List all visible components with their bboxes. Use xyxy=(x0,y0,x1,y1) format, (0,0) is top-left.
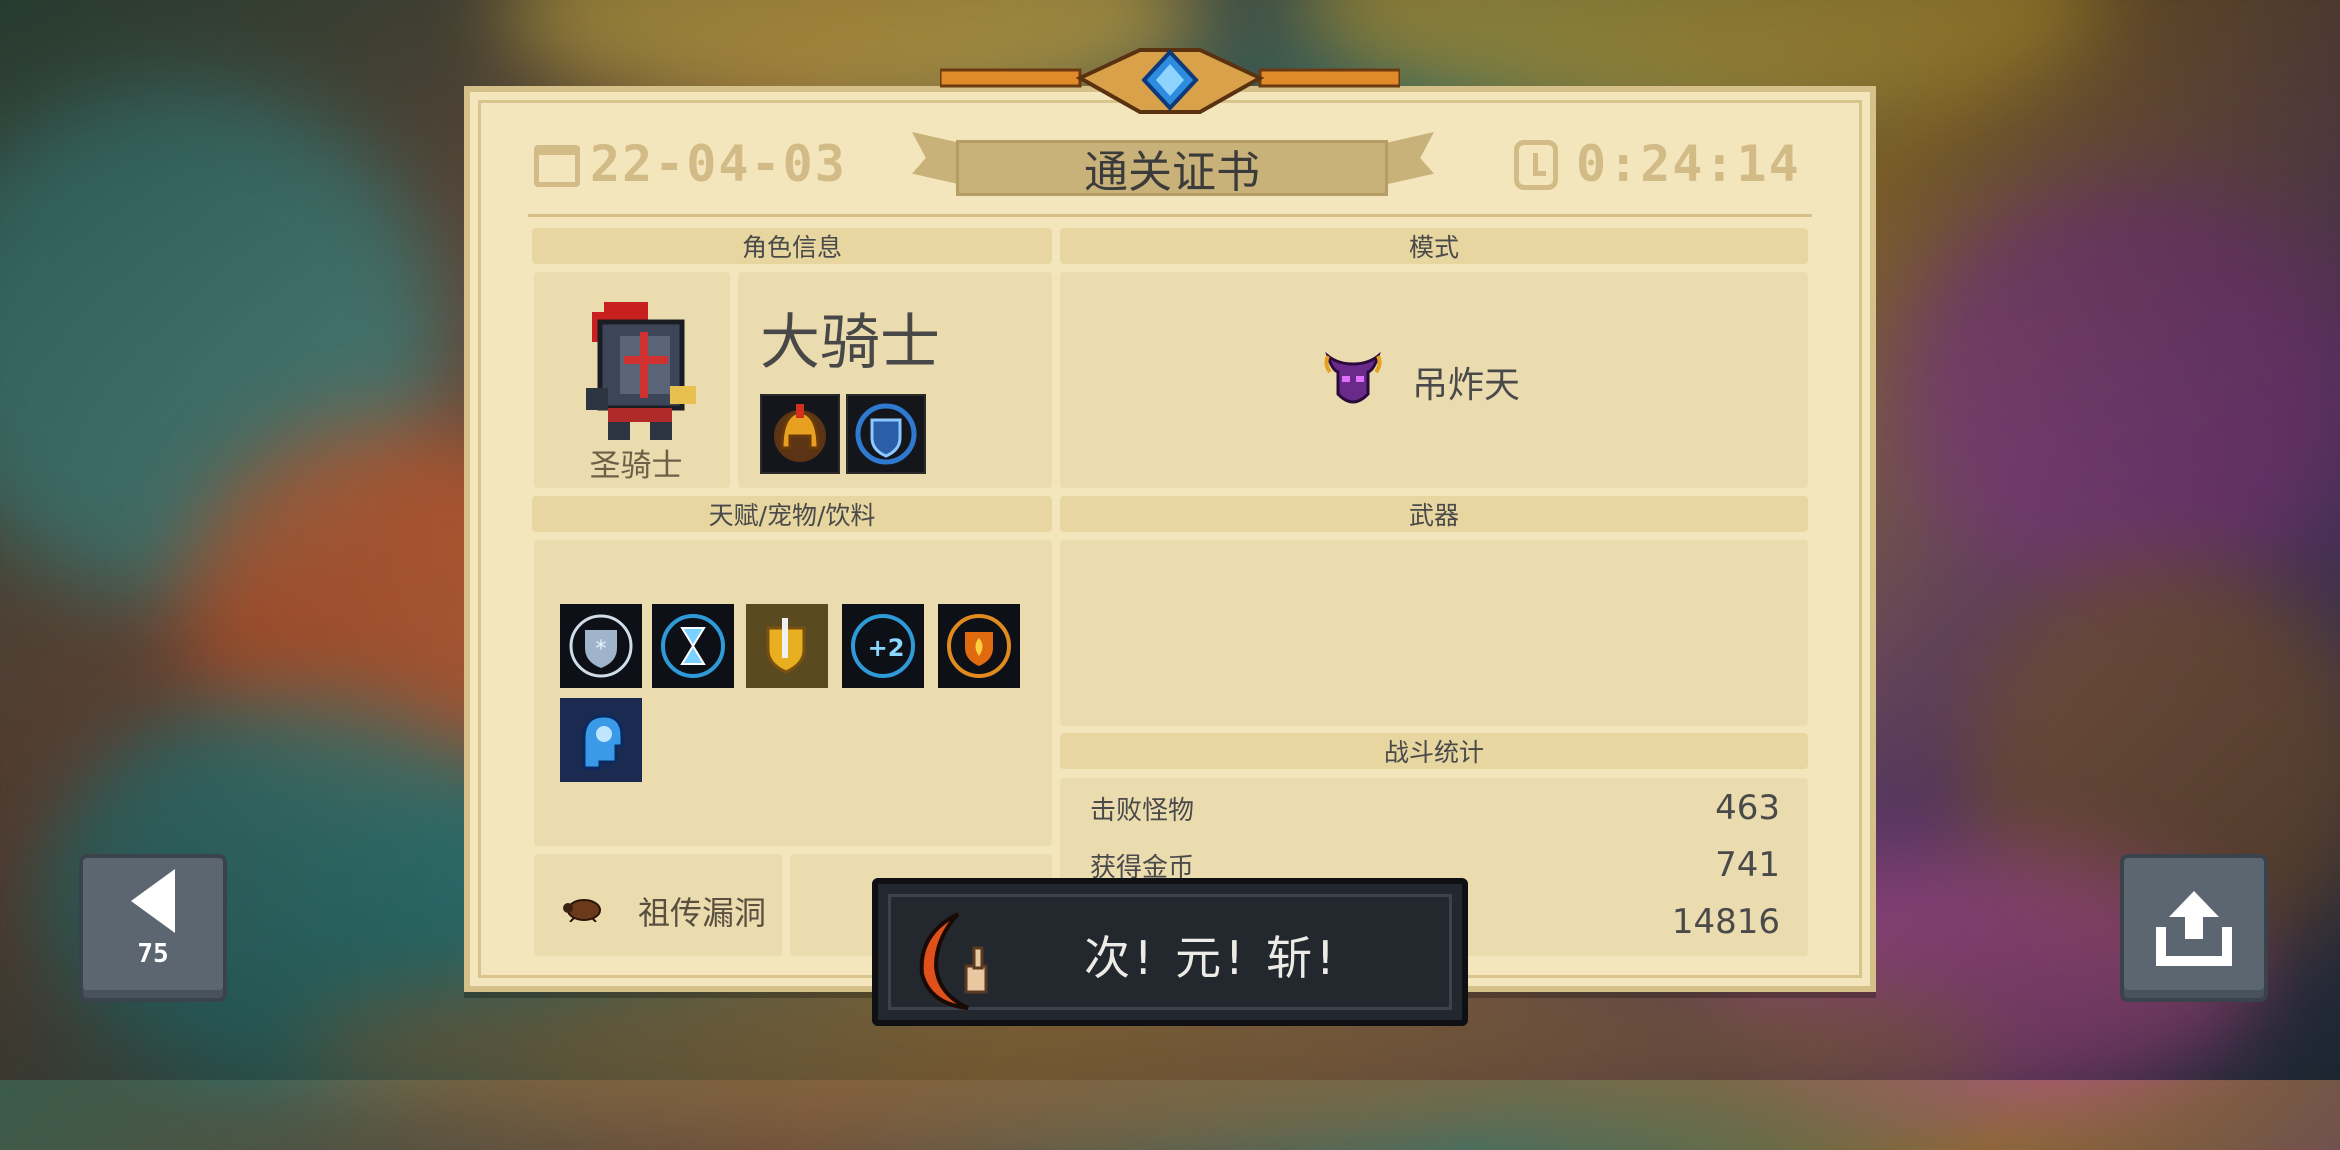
stat-gold-value: 741 xyxy=(1715,845,1780,885)
section-talents-header: 天赋/宠物/饮料 xyxy=(532,496,1052,532)
mode-name: 吊炸天 xyxy=(1412,365,1521,406)
clock-icon xyxy=(1514,140,1558,190)
blue-shield-skill-icon xyxy=(846,394,926,474)
calendar-icon xyxy=(534,145,580,187)
pet-name: 祖传漏洞 xyxy=(638,894,767,932)
back-arrow-icon xyxy=(131,869,175,933)
hourglass-icon xyxy=(652,604,734,688)
section-mode-header: 模式 xyxy=(1060,228,1808,264)
hero-skin-name: 圣骑士 xyxy=(589,448,683,484)
certificate-title: 通关证书 xyxy=(956,140,1388,198)
back-button[interactable]: 75 xyxy=(79,854,227,1002)
plus-two-icon: +2 xyxy=(842,604,924,688)
hero-class-name: 大骑士 xyxy=(760,308,940,378)
stat-kills-label: 击败怪物 xyxy=(1090,796,1195,826)
talents-panel xyxy=(534,540,1052,846)
section-character-header: 角色信息 xyxy=(532,228,1052,264)
golden-shield-icon xyxy=(746,604,828,688)
back-button-number: 75 xyxy=(137,939,169,969)
fire-shield-icon xyxy=(938,604,1020,688)
section-combat-header: 战斗统计 xyxy=(1060,733,1808,769)
blue-brain-icon xyxy=(560,698,642,782)
svg-text:+2: +2 xyxy=(868,634,905,662)
gem-ornament xyxy=(940,48,1400,114)
frost-shield-icon: * xyxy=(560,604,642,688)
bug-icon xyxy=(563,899,601,922)
share-button[interactable] xyxy=(2120,854,2268,1002)
weapon-panel xyxy=(1060,540,1808,726)
golden-helmet-icon xyxy=(760,394,840,474)
section-weapon-header: 武器 xyxy=(1060,496,1808,532)
purple-demon-helmet-icon xyxy=(1324,351,1382,404)
toast-text: 次! 元! 斩! xyxy=(1084,931,1339,985)
achievement-toast: 次! 元! 斩! xyxy=(872,878,1468,1026)
header-divider xyxy=(528,214,1812,217)
stat-kills-value: 463 xyxy=(1715,788,1780,828)
clear-time: 0:24:14 xyxy=(1576,135,1801,193)
clear-date: 22-04-03 xyxy=(590,135,847,193)
svg-text:*: * xyxy=(596,637,607,662)
stat-third-value: 14816 xyxy=(1671,902,1780,942)
crescent-blade-icon xyxy=(919,912,988,1010)
knight-sprite xyxy=(586,302,696,440)
share-icon xyxy=(2156,891,2232,966)
